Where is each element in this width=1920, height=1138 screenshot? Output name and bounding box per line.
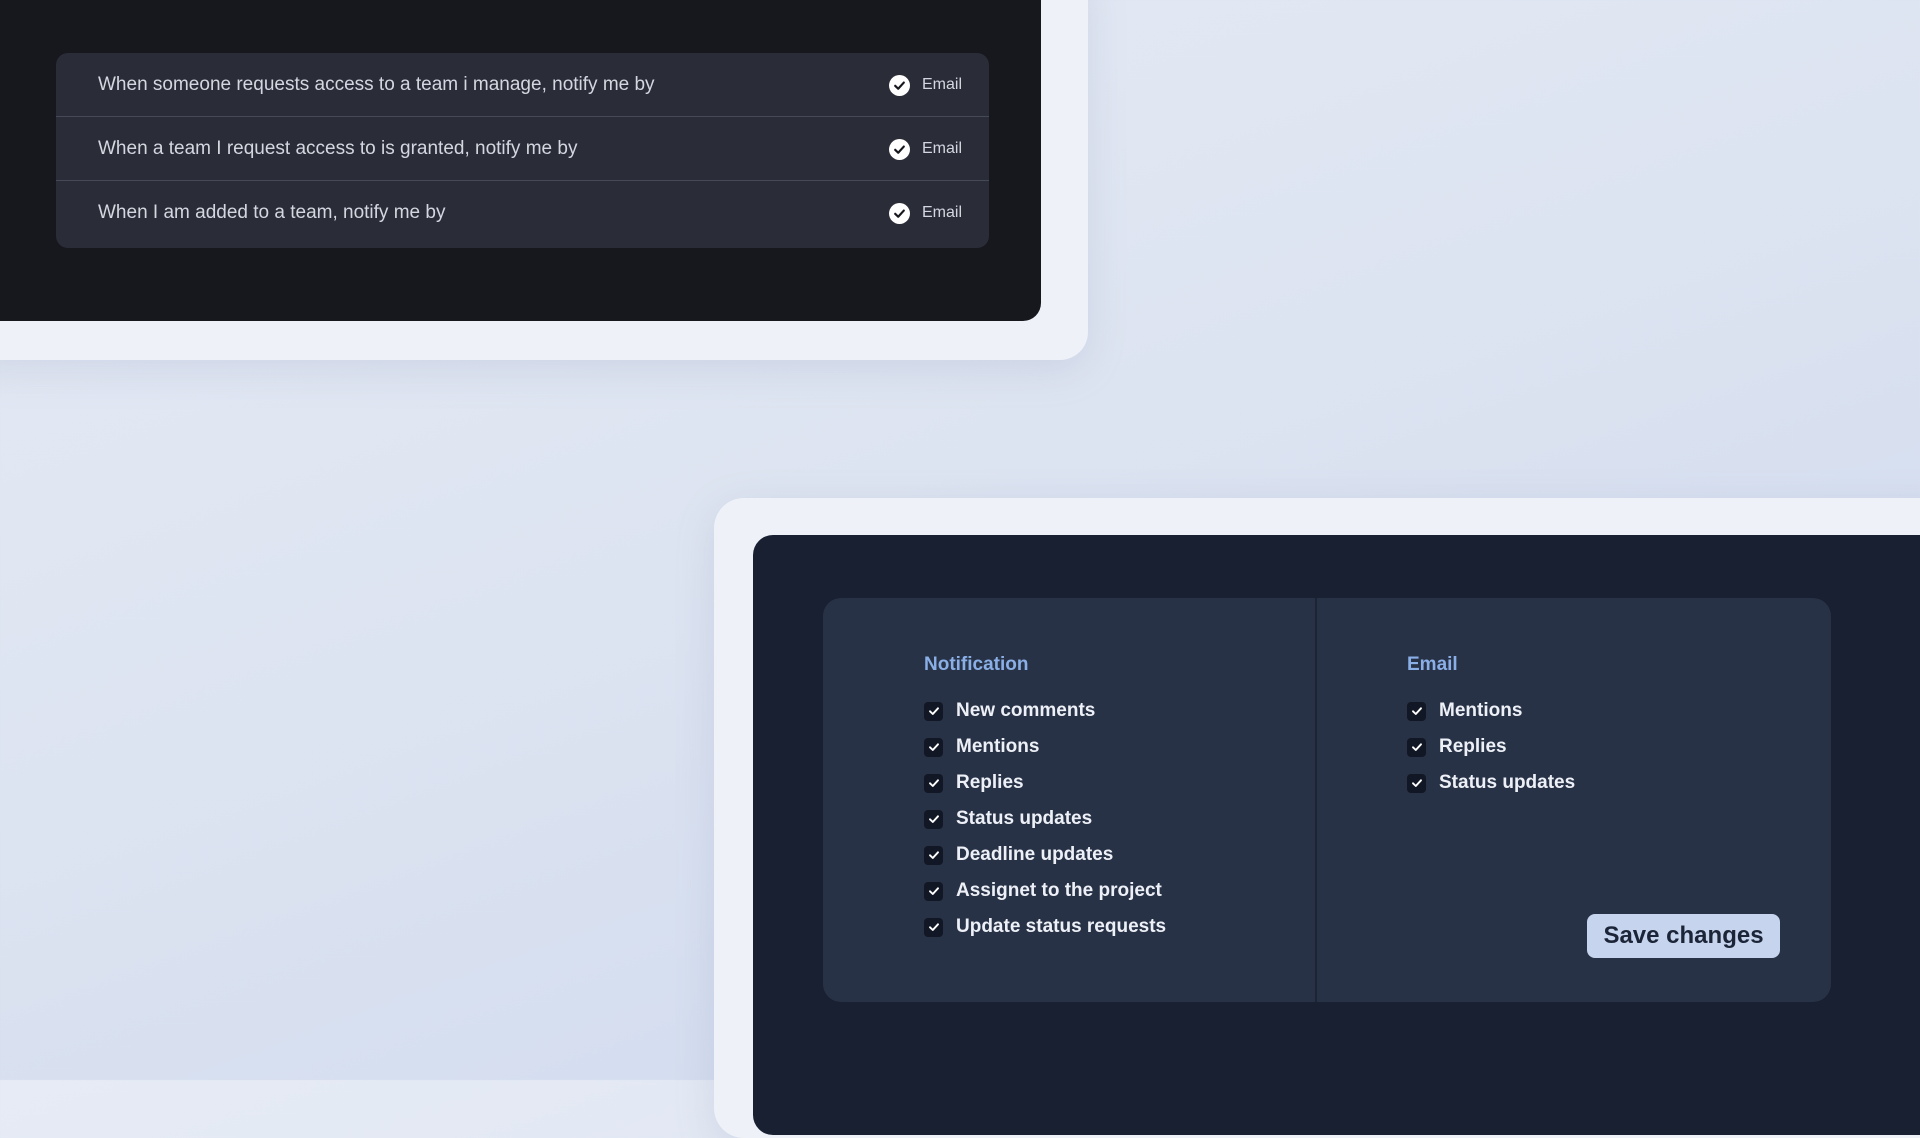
checkbox-item[interactable]: Update status requests	[924, 909, 1166, 945]
email-column: Email Mentions Replies Status updates	[1407, 654, 1575, 801]
preference-row: When I am added to a team, notify me by …	[56, 181, 989, 246]
checkbox-item[interactable]: Assignet to the project	[924, 873, 1166, 909]
column-divider	[1315, 598, 1317, 1002]
notification-list: New comments Mentions Replies Status update…	[924, 693, 1166, 945]
check-icon	[1407, 701, 1426, 721]
checkbox-item[interactable]: Mentions	[924, 729, 1166, 765]
notification-settings-card: Notification New comments Mentions Replies…	[823, 598, 1831, 1002]
check-icon	[924, 881, 943, 901]
check-icon	[924, 701, 943, 721]
preference-row: When a team I request access to is grant…	[56, 117, 989, 181]
preference-text: When a team I request access to is grant…	[98, 138, 578, 159]
notification-column: Notification New comments Mentions Replies…	[924, 654, 1166, 945]
email-heading: Email	[1407, 654, 1458, 675]
email-option-label: Email	[921, 76, 962, 93]
check-icon	[924, 737, 943, 757]
checkbox-label: Replies	[956, 772, 1024, 793]
email-checkbox[interactable]: Email	[888, 53, 962, 117]
checkbox-label: New comments	[956, 700, 1096, 721]
checkbox-item[interactable]: Status updates	[1407, 765, 1575, 801]
checkbox-item[interactable]: Replies	[924, 765, 1166, 801]
checkbox-label: Mentions	[956, 736, 1040, 757]
check-icon	[888, 74, 910, 96]
checkbox-item[interactable]: Replies	[1407, 729, 1575, 765]
preference-text: When I am added to a team, notify me by	[98, 202, 446, 223]
checkbox-label: Assignet to the project	[956, 880, 1162, 901]
checkbox-label: Status updates	[1439, 772, 1576, 793]
email-checkbox[interactable]: Email	[888, 181, 962, 245]
checkbox-label: Status updates	[956, 808, 1093, 829]
checkbox-item[interactable]: New comments	[924, 693, 1166, 729]
check-icon	[888, 202, 910, 224]
check-icon	[924, 773, 943, 793]
email-checkbox[interactable]: Email	[888, 117, 962, 181]
save-changes-button[interactable]: Save changes	[1587, 914, 1780, 958]
checkbox-item[interactable]: Mentions	[1407, 693, 1575, 729]
check-icon	[924, 917, 943, 937]
checkbox-label: Deadline updates	[956, 844, 1114, 865]
checkbox-label: Mentions	[1439, 700, 1523, 721]
check-icon	[1407, 737, 1426, 757]
check-icon	[924, 809, 943, 829]
check-icon	[1407, 773, 1426, 793]
notification-heading: Notification	[924, 654, 1029, 675]
checkbox-label: Update status requests	[956, 916, 1167, 937]
checkbox-item[interactable]: Status updates	[924, 801, 1166, 837]
email-option-label: Email	[921, 140, 962, 157]
checkbox-item[interactable]: Deadline updates	[924, 837, 1166, 873]
preference-text: When someone requests access to a team i…	[98, 74, 655, 95]
email-option-label: Email	[921, 204, 962, 221]
preference-row: When someone requests access to a team i…	[56, 53, 989, 117]
check-icon	[924, 845, 943, 865]
checkbox-label: Replies	[1439, 736, 1507, 757]
email-list: Mentions Replies Status updates	[1407, 693, 1575, 801]
check-icon	[888, 138, 910, 160]
team-notifications-list: When someone requests access to a team i…	[56, 53, 989, 248]
